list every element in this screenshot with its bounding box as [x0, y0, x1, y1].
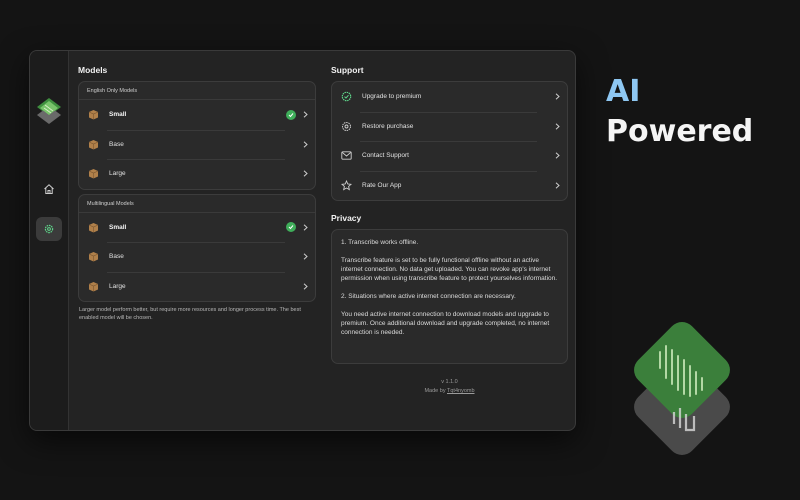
package-icon	[87, 168, 99, 180]
model-row-english-base[interactable]: Base	[79, 129, 315, 160]
upgrade-premium-label: Upgrade to premium	[362, 93, 422, 101]
package-icon	[87, 251, 99, 263]
large-app-logo-icon	[622, 312, 742, 457]
chevron-right-icon	[554, 93, 560, 101]
app-version: v 1.1.0	[441, 379, 458, 385]
chevron-right-icon	[302, 282, 308, 290]
model-row-english-large[interactable]: Large	[79, 159, 315, 189]
chevron-right-icon	[302, 140, 308, 148]
chevron-right-icon	[302, 170, 308, 178]
english-models-header: English Only Models	[79, 82, 315, 100]
multilingual-models-header: Multilingual Models	[79, 195, 315, 213]
restore-purchase-label: Restore purchase	[362, 122, 414, 130]
privacy-paragraph: 1. Transcribe works offline.	[341, 239, 419, 246]
model-row-multilingual-small[interactable]: Small	[79, 213, 315, 243]
made-by-prefix: Made by	[424, 388, 447, 394]
sidebar	[30, 51, 69, 430]
chevron-right-icon	[554, 152, 560, 160]
model-row-multilingual-base[interactable]: Base	[79, 242, 315, 272]
package-icon	[87, 280, 99, 292]
privacy-paragraph: Transcribe feature is set to be fully fu…	[341, 257, 558, 282]
models-note: Larger model perform better, but require…	[79, 307, 301, 321]
privacy-card: 1. Transcribe works offline. Transcribe …	[331, 229, 568, 364]
check-icon	[286, 222, 296, 233]
made-by: Made by Tqt4nyomb	[331, 387, 568, 396]
chevron-right-icon	[302, 111, 308, 119]
upgrade-premium-button[interactable]: Upgrade to premium	[332, 82, 567, 112]
author-link[interactable]: Tqt4nyomb	[447, 388, 475, 394]
model-label: Small	[109, 223, 127, 231]
sidebar-item-settings[interactable]	[36, 217, 62, 241]
restore-purchase-button[interactable]: Restore purchase	[332, 111, 567, 142]
english-models-card: English Only Models Small Base Large	[78, 81, 316, 190]
app-logo-icon	[36, 97, 62, 125]
star-icon	[340, 179, 352, 191]
package-icon	[87, 109, 99, 121]
chevron-right-icon	[554, 181, 560, 189]
chevron-right-icon	[554, 122, 560, 130]
restore-gear-icon	[340, 120, 352, 132]
rate-app-label: Rate Our App	[362, 181, 402, 189]
promo-line-powered: Powered	[606, 114, 754, 149]
model-row-english-small[interactable]: Small	[79, 100, 315, 130]
premium-badge-icon	[340, 91, 352, 103]
app-window: Models English Only Models Small Base La…	[29, 50, 576, 431]
model-label: Base	[109, 140, 124, 148]
gear-icon	[44, 224, 54, 234]
privacy-paragraph: You need active internet connection to d…	[341, 311, 550, 336]
promo-line-ai: AI	[606, 74, 641, 109]
model-label: Large	[109, 282, 126, 290]
model-label: Large	[109, 170, 126, 178]
model-label: Small	[109, 111, 127, 119]
home-icon	[44, 184, 54, 194]
support-title: Support	[331, 65, 364, 75]
check-icon	[286, 109, 296, 120]
chevron-right-icon	[302, 223, 308, 231]
model-label: Base	[109, 253, 124, 261]
footer: v 1.1.0 Made by Tqt4nyomb	[331, 378, 568, 396]
privacy-paragraph: 2. Situations where active internet conn…	[341, 293, 516, 300]
support-privacy-section: Support Upgrade to premium Restore purch…	[331, 65, 568, 396]
support-card: Upgrade to premium Restore purchase Cont	[331, 81, 568, 201]
contact-support-button[interactable]: Contact Support	[332, 141, 567, 171]
package-icon	[87, 221, 99, 233]
envelope-icon	[340, 150, 352, 162]
multilingual-models-card: Multilingual Models Small Base Large	[78, 193, 316, 302]
rate-app-button[interactable]: Rate Our App	[332, 170, 567, 201]
models-section: Models English Only Models Small Base La…	[78, 65, 316, 322]
contact-support-label: Contact Support	[362, 152, 409, 160]
chevron-right-icon	[302, 253, 308, 261]
package-icon	[87, 138, 99, 150]
privacy-title: Privacy	[331, 213, 362, 223]
promo-headline: AI Powered	[606, 74, 753, 154]
models-title: Models	[78, 65, 108, 75]
sidebar-item-home[interactable]	[36, 177, 62, 201]
model-row-multilingual-large[interactable]: Large	[79, 271, 315, 302]
